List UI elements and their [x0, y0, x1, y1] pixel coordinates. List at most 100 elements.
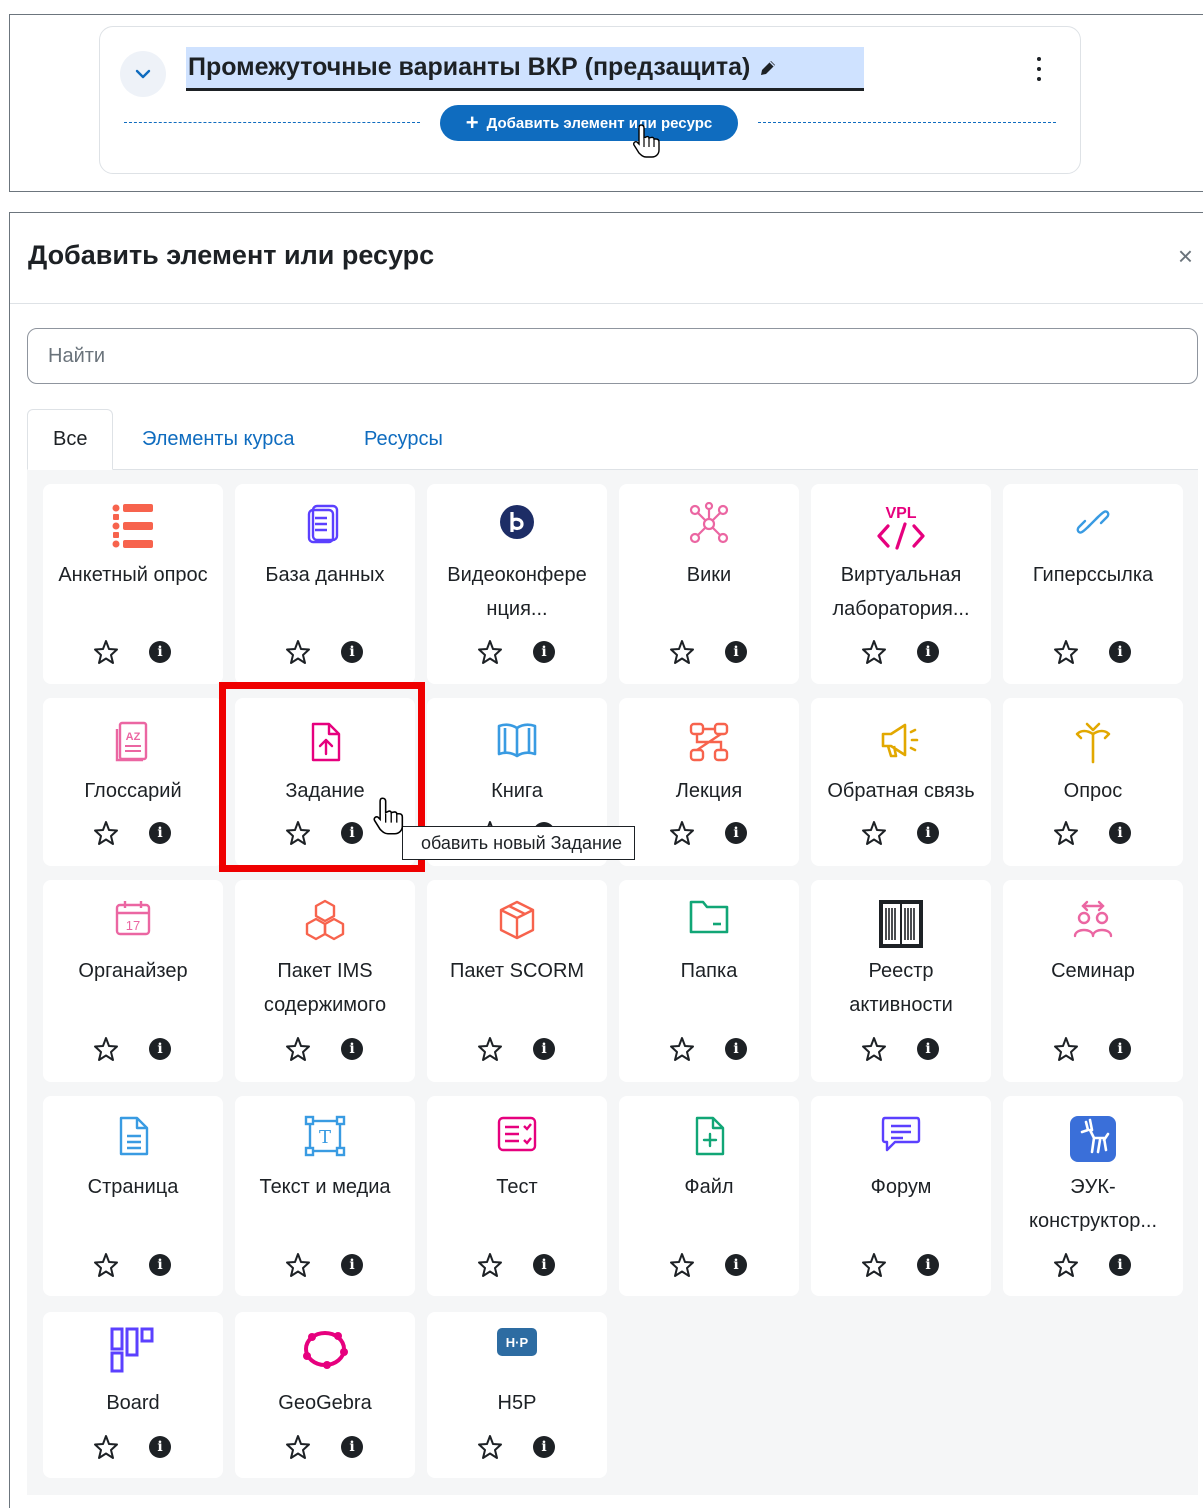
section-menu-kebab-icon[interactable] [1034, 57, 1044, 81]
info-icon[interactable]: i [339, 1434, 365, 1460]
star-icon[interactable] [285, 1252, 311, 1278]
star-icon[interactable] [861, 1036, 887, 1062]
activity-card[interactable]: Папка i [619, 880, 799, 1082]
star-icon[interactable] [93, 1434, 119, 1460]
tab-all[interactable]: Все [27, 409, 114, 470]
info-icon[interactable]: i [1107, 639, 1133, 665]
info-icon[interactable]: i [915, 639, 941, 665]
star-icon[interactable] [93, 639, 119, 665]
activity-card-label: Видеоконфере нция... [447, 564, 587, 620]
modal-title: Добавить элемент или ресурс [28, 240, 435, 270]
close-icon[interactable]: × [1178, 243, 1193, 269]
star-icon[interactable] [669, 1036, 695, 1062]
geogebra-icon [235, 1326, 415, 1372]
activity-card[interactable]: ЭУК-конструктор... i [1003, 1096, 1183, 1296]
activity-card[interactable]: 17 Органайзер i [43, 880, 223, 1082]
info-icon[interactable]: i [915, 1036, 941, 1062]
section-title[interactable]: Промежуточные варианты ВКР (предзащита) [186, 53, 750, 82]
star-icon[interactable] [93, 1252, 119, 1278]
star-icon[interactable] [861, 639, 887, 665]
activity-card[interactable]: GeoGebra i [235, 1312, 415, 1478]
add-activity-button[interactable]: + Добавить элемент или ресурс [440, 105, 738, 141]
info-icon[interactable]: i [915, 1252, 941, 1278]
star-icon[interactable] [477, 639, 503, 665]
divider-right [758, 122, 1056, 123]
info-icon[interactable]: i [531, 1434, 557, 1460]
info-icon[interactable]: i [723, 820, 749, 846]
activity-card[interactable]: Board i [43, 1312, 223, 1478]
svg-text:AZ: AZ [126, 731, 141, 743]
star-icon[interactable] [669, 1252, 695, 1278]
activity-card[interactable]: Опрос i [1003, 698, 1183, 866]
star-icon[interactable] [93, 820, 119, 846]
activity-card[interactable]: Обратная связь i [811, 698, 991, 866]
info-icon[interactable]: i [1107, 1252, 1133, 1278]
star-icon[interactable] [285, 1036, 311, 1062]
info-icon[interactable]: i [723, 1036, 749, 1062]
book-icon [427, 720, 607, 760]
section-title-selection[interactable]: Промежуточные варианты ВКР (предзащита) [186, 47, 864, 91]
activity-card[interactable]: Семинар i [1003, 880, 1183, 1082]
activity-card[interactable]: Реестр активности i [811, 880, 991, 1082]
info-icon[interactable]: i [147, 1434, 173, 1460]
star-icon[interactable] [285, 639, 311, 665]
tab-activities[interactable]: Элементы курса [142, 409, 295, 469]
info-icon[interactable]: i [531, 1252, 557, 1278]
card-actions: i [619, 1252, 799, 1278]
info-icon[interactable]: i [531, 1036, 557, 1062]
activity-card[interactable]: Страница i [43, 1096, 223, 1296]
activity-card[interactable]: Вики i [619, 484, 799, 684]
info-icon[interactable]: i [147, 1252, 173, 1278]
info-icon[interactable]: i [1107, 820, 1133, 846]
survey-icon [43, 502, 223, 552]
activity-card[interactable]: T Текст и медиа i [235, 1096, 415, 1296]
activity-card[interactable]: VPL Виртуальная лаборатория... i [811, 484, 991, 684]
info-icon[interactable]: i [147, 639, 173, 665]
activity-card[interactable]: Лекция i [619, 698, 799, 866]
tooltip: обавить новый Задание [402, 826, 636, 860]
pencil-icon[interactable] [758, 58, 778, 78]
activity-card[interactable]: H·P H5P i [427, 1312, 607, 1478]
info-icon[interactable]: i [1107, 1036, 1133, 1062]
activity-card-label: База данных [265, 564, 385, 586]
collapse-section-button[interactable] [120, 51, 166, 97]
euk-deer-icon [1003, 1114, 1183, 1164]
activity-card-label: Board [106, 1392, 160, 1414]
info-icon[interactable]: i [147, 820, 173, 846]
star-icon[interactable] [1053, 820, 1079, 846]
activity-card[interactable]: AZ Глоссарий i [43, 698, 223, 866]
star-icon[interactable] [1053, 1036, 1079, 1062]
info-icon[interactable]: i [531, 639, 557, 665]
activity-card[interactable]: Форум i [811, 1096, 991, 1296]
info-icon[interactable]: i [147, 1036, 173, 1062]
activity-card[interactable]: Пакет IMS содержимого i [235, 880, 415, 1082]
info-icon[interactable]: i [339, 1252, 365, 1278]
activity-card-label: Виртуальная лаборатория... [832, 564, 970, 620]
info-icon[interactable]: i [723, 639, 749, 665]
star-icon[interactable] [861, 1252, 887, 1278]
star-icon[interactable] [93, 1036, 119, 1062]
star-icon[interactable] [669, 639, 695, 665]
activity-card-label: ЭУК-конструктор... [1028, 1176, 1158, 1232]
activity-card[interactable]: Файл i [619, 1096, 799, 1296]
activity-card[interactable]: Гиперссылка i [1003, 484, 1183, 684]
activity-card[interactable]: Видеоконфере нция... i [427, 484, 607, 684]
activity-card[interactable]: Пакет SCORM i [427, 880, 607, 1082]
info-icon[interactable]: i [723, 1252, 749, 1278]
star-icon[interactable] [477, 1252, 503, 1278]
activity-card[interactable]: База данных i [235, 484, 415, 684]
search-input[interactable] [27, 328, 1198, 384]
activity-card[interactable]: Анкетный опрос i [43, 484, 223, 684]
activity-card[interactable]: Тест i [427, 1096, 607, 1296]
star-icon[interactable] [285, 1434, 311, 1460]
star-icon[interactable] [1053, 639, 1079, 665]
star-icon[interactable] [477, 1036, 503, 1062]
star-icon[interactable] [1053, 1252, 1079, 1278]
info-icon[interactable]: i [339, 639, 365, 665]
star-icon[interactable] [861, 820, 887, 846]
info-icon[interactable]: i [915, 820, 941, 846]
star-icon[interactable] [669, 820, 695, 846]
star-icon[interactable] [477, 1434, 503, 1460]
info-icon[interactable]: i [339, 1036, 365, 1062]
tab-resources[interactable]: Ресурсы [364, 409, 443, 469]
